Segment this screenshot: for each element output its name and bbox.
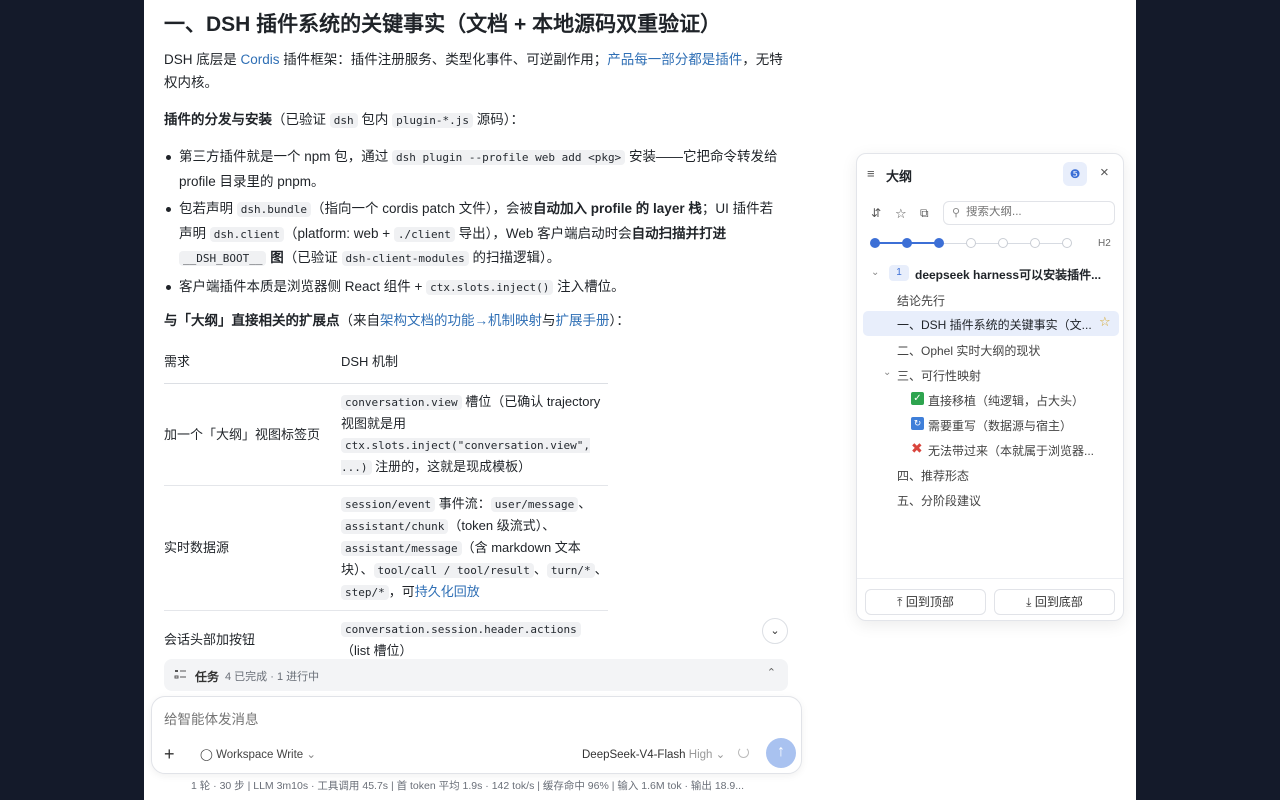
model-selector[interactable]: DeepSeek-V4-Flash High ⌄	[582, 747, 725, 761]
list-item: 客户端插件本质是浏览器侧 React 组件 + ctx.slots.inject…	[164, 275, 779, 300]
add-attachment-button[interactable]: +	[164, 744, 175, 765]
arrow-up-to-line-icon: ⤒	[897, 595, 903, 609]
send-button[interactable]: ↑	[766, 738, 796, 768]
mechanism-table: 需求 DSH 机制 加一个「大纲」视图标签页 conversation.view…	[164, 348, 608, 669]
level-dot[interactable]	[934, 238, 944, 248]
outline-panel: ≡ 大纲 ❺ × ⇵ ☆ ⧉ ⚲ H2 ⌄ 1 deepseek harness…	[856, 153, 1124, 621]
workspace-mode-selector[interactable]: ◯ Workspace Write ⌄	[200, 747, 316, 761]
search-icon: ⚲	[952, 207, 961, 219]
outline-item[interactable]: 结论先行	[897, 292, 945, 309]
outline-item-number: 1	[889, 265, 909, 281]
outline-item-active[interactable]: 一、DSH 插件系统的关键事实（文... ☆	[863, 311, 1119, 336]
outline-item-root[interactable]: deepseek harness可以安装插件...	[915, 266, 1101, 283]
replay-link[interactable]: 持久化回放	[415, 584, 480, 599]
distribution-heading: 插件的分发与安装（已验证 dsh 包内 plugin-*.js 源码）：	[164, 112, 525, 128]
chevron-down-icon: ⌄	[306, 749, 317, 761]
distribution-list: 第三方插件就是一个 npm 包，通过 dsh plugin --profile …	[164, 145, 779, 303]
level-dot[interactable]	[1030, 238, 1040, 248]
chevron-down-icon[interactable]: ⌄	[883, 367, 891, 378]
task-label: 任务	[195, 670, 220, 684]
chevron-down-icon[interactable]: ⌄	[871, 267, 879, 278]
outline-item[interactable]: 需要重写（数据源与宿主）	[928, 417, 1072, 434]
copy-outline-icon[interactable]: ⧉	[920, 206, 929, 221]
close-button[interactable]: ×	[1100, 164, 1109, 181]
arrow-down-to-line-icon: ⤓	[1026, 595, 1032, 609]
outline-icon: ≡	[867, 166, 875, 181]
pin-button[interactable]: ❺	[1063, 162, 1087, 186]
star-filter-icon[interactable]: ☆	[895, 206, 907, 222]
outline-item[interactable]: 无法带过来（本就属于浏览器...	[928, 442, 1094, 459]
table-row: 加一个「大纲」视图标签页 conversation.view 槽位（已确认 tr…	[164, 383, 608, 486]
architecture-doc-link[interactable]: 架构文档的功能→机制映射	[380, 313, 542, 328]
outline-item[interactable]: 四、推荐形态	[897, 467, 969, 484]
table-header-row: 需求 DSH 机制	[164, 348, 608, 384]
extension-manual-link[interactable]: 扩展手册	[556, 313, 610, 328]
back-to-top-button[interactable]: ⤒ 回到顶部	[865, 589, 986, 615]
outline-item[interactable]: 直接移植（纯逻辑，占大头）	[928, 392, 1084, 409]
star-icon[interactable]: ☆	[1099, 314, 1111, 330]
outline-item-label: 一、DSH 插件系统的关键事实（文...	[897, 318, 1092, 332]
refresh-icon: ↻	[911, 417, 924, 430]
pin-icon: ❺	[1069, 167, 1081, 181]
level-label: H2	[1098, 238, 1111, 249]
table-cell-mechanism: conversation.view 槽位（已确认 trajectory 视图就是…	[341, 383, 608, 486]
chevron-up-icon[interactable]: ⌃	[767, 666, 776, 679]
outline-search-input[interactable]	[966, 206, 1106, 218]
task-bar[interactable]: 任务 4 已完成 · 1 进行中 ⌃	[164, 659, 788, 691]
cordis-link[interactable]: Cordis	[241, 52, 280, 67]
plugin-doc-link[interactable]: 产品每一部分都是插件	[607, 52, 742, 67]
outline-item[interactable]: 三、可行性映射	[897, 367, 981, 384]
column-header-need: 需求	[164, 348, 341, 384]
table-cell-mechanism: session/event 事件流： user/message 、assistant…	[341, 485, 608, 611]
arrow-up-icon: ↑	[777, 743, 785, 760]
level-dot[interactable]	[902, 238, 912, 248]
check-icon: ✓	[911, 392, 924, 405]
outline-search-field[interactable]: ⚲	[943, 201, 1115, 225]
list-item: 第三方插件就是一个 npm 包，通过 dsh plugin --profile …	[164, 145, 779, 193]
task-status: 4 已完成 · 1 进行中	[225, 671, 320, 683]
back-to-bottom-button[interactable]: ⤓ 回到底部	[994, 589, 1115, 615]
cross-icon: ✖	[911, 440, 923, 456]
list-item: 包若声明 dsh.bundle （指向一个 cordis patch 文件），会被…	[164, 197, 779, 271]
outline-item[interactable]: 二、Ophel 实时大纲的现状	[897, 342, 1040, 359]
collapse-all-icon[interactable]: ⇵	[871, 206, 881, 220]
extension-heading: 与「大纲」直接相关的扩展点（来自架构文档的功能→机制映射与扩展手册）：	[164, 313, 630, 328]
chevron-down-icon: ⌄	[770, 625, 780, 637]
task-list-icon	[174, 668, 187, 684]
level-dot[interactable]	[1062, 238, 1072, 248]
outline-title: 大纲	[886, 169, 913, 184]
run-stats: 1 轮 · 30 步 | LLM 3m10s · 工具调用 45.7s | 首 …	[191, 780, 745, 792]
chevron-down-icon: ⌄	[715, 749, 726, 761]
column-header-mechanism: DSH 机制	[341, 348, 608, 384]
message-input[interactable]	[164, 709, 784, 729]
outline-item[interactable]: 五、分阶段建议	[897, 492, 981, 509]
intro-paragraph: DSH 底层是 Cordis 插件框架：插件注册服务、类型化事件、可逆副作用；产…	[164, 52, 783, 90]
shield-icon: ◯	[200, 749, 213, 761]
level-dot[interactable]	[870, 238, 880, 248]
table-row: 实时数据源 session/event 事件流： user/message 、ass…	[164, 485, 608, 611]
section-heading: 一、DSH 插件系统的关键事实（文档 + 本地源码双重验证）	[164, 13, 722, 36]
scroll-to-bottom-button[interactable]: ⌄	[762, 618, 788, 644]
level-dot[interactable]	[966, 238, 976, 248]
level-dot[interactable]	[998, 238, 1008, 248]
table-cell-need: 实时数据源	[164, 485, 341, 611]
table-cell-need: 加一个「大纲」视图标签页	[164, 383, 341, 486]
message-composer: + ◯ Workspace Write ⌄ DeepSeek-V4-Flash …	[151, 696, 802, 774]
divider	[857, 578, 1123, 579]
loading-spinner-icon	[738, 747, 749, 758]
